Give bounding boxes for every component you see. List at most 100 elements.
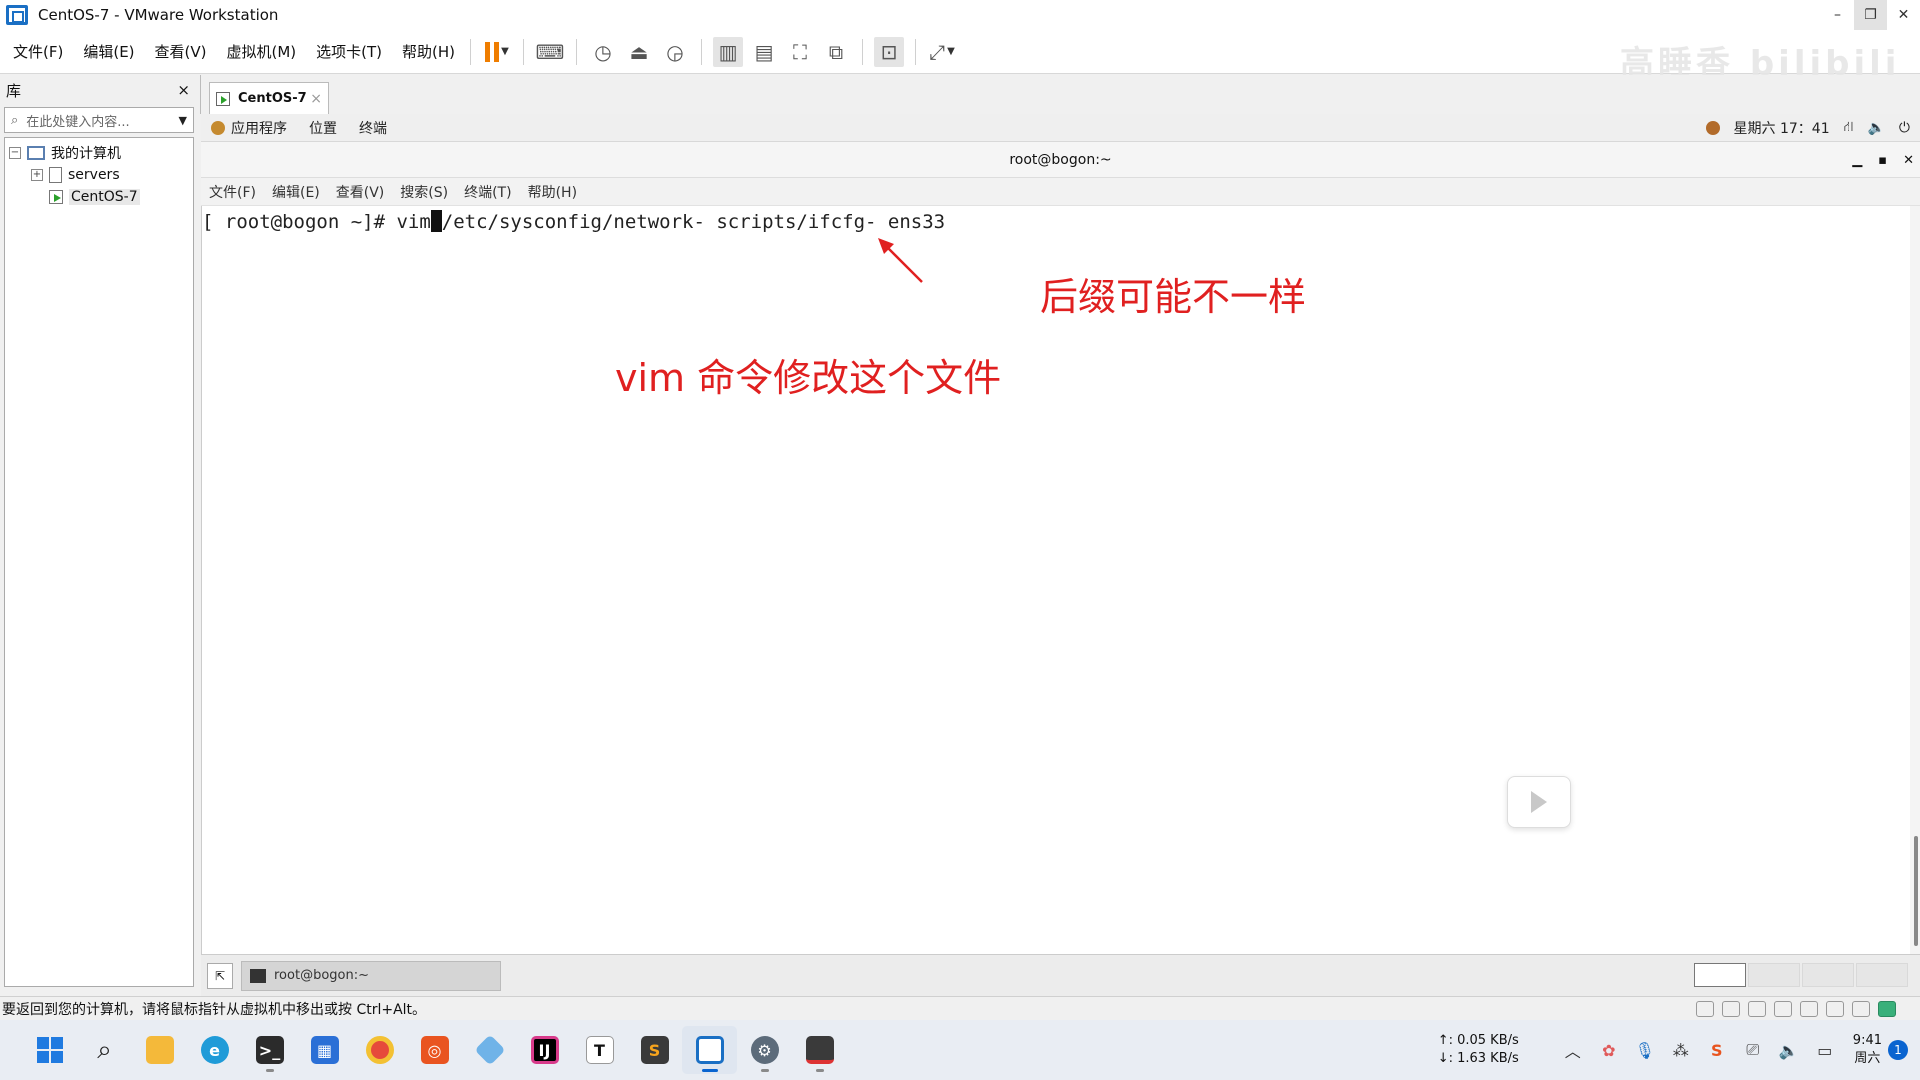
update-notifier-icon[interactable] xyxy=(1705,121,1720,135)
tray-overflow-icon[interactable]: ︿ xyxy=(1555,1030,1591,1070)
tab-centos7[interactable]: CentOS-7 × xyxy=(209,82,329,114)
console-view-button[interactable]: ⊡ xyxy=(874,36,905,67)
gnome-task-terminal[interactable]: root@bogon:~ xyxy=(241,960,501,991)
terminal-menu-search[interactable]: 搜索(S) xyxy=(400,182,448,202)
menu-edit[interactable]: 编辑(E) xyxy=(76,41,141,62)
play-icon xyxy=(1531,791,1547,813)
typora-button[interactable]: T xyxy=(572,1026,627,1074)
volume-icon[interactable]: 🔈 xyxy=(1771,1030,1807,1070)
file-explorer-button[interactable] xyxy=(132,1026,187,1074)
sourcetree-button[interactable] xyxy=(462,1026,517,1074)
send-ctrl-alt-del-button[interactable]: ⌨ xyxy=(535,37,565,67)
library-search-input[interactable]: ⌕ 在此处键入内容... ▼ xyxy=(4,107,194,133)
workspace-1[interactable] xyxy=(1694,963,1746,987)
unity-button[interactable]: ⧉ xyxy=(821,37,851,67)
terminal-scrollbar[interactable] xyxy=(1910,206,1920,954)
volume-icon[interactable]: 🔈 xyxy=(1867,120,1884,136)
message-log-icon[interactable] xyxy=(1878,1001,1896,1017)
menu-help[interactable]: 帮助(H) xyxy=(395,41,462,62)
network-adapter-icon[interactable] xyxy=(1748,1001,1766,1017)
intellij-button[interactable]: IJ xyxy=(517,1026,572,1074)
vmware-button[interactable] xyxy=(682,1026,737,1074)
hard-disk-icon[interactable] xyxy=(1696,1001,1714,1017)
library-close-icon[interactable]: × xyxy=(177,81,190,99)
guest-screen[interactable]: 应用程序 位置 终端 星期六 17：41 ⛙ 🔈 ⏻ root@bogon:~ … xyxy=(201,114,1920,996)
tray-app-icon[interactable]: ✿ xyxy=(1591,1030,1627,1070)
snapshot-button[interactable]: ◷ xyxy=(588,37,618,67)
terminal-button[interactable]: >_ xyxy=(242,1026,297,1074)
terminal-minimize-icon[interactable]: ▁ xyxy=(1852,153,1862,168)
terminal-body[interactable]: [ root@bogon ~]# vim/etc/sysconfig/netwo… xyxy=(201,206,1920,954)
snipping-button[interactable] xyxy=(792,1026,847,1074)
pause-button[interactable]: ▼ xyxy=(482,37,512,67)
network-icon[interactable]: ⛙ xyxy=(1844,119,1854,137)
notification-badge[interactable]: 1 xyxy=(1888,1040,1908,1060)
workspace-3[interactable] xyxy=(1802,963,1854,987)
restore-button[interactable]: ❐ xyxy=(1854,0,1887,30)
show-library-button[interactable]: ▥ xyxy=(713,36,744,67)
thumbnail-bar-button[interactable]: ▤ xyxy=(749,37,779,67)
search-button[interactable]: ⌕ xyxy=(77,1026,132,1074)
show-desktop-button[interactable]: ⇱ xyxy=(207,962,233,989)
tree-item-servers[interactable]: + servers xyxy=(9,164,189,186)
snapshot-manager-button[interactable]: ◶ xyxy=(660,37,690,67)
ime-icon[interactable]: ⁂ xyxy=(1663,1030,1699,1070)
terminal-close-icon[interactable]: ✕ xyxy=(1903,153,1914,168)
minimize-button[interactable]: – xyxy=(1821,0,1854,30)
terminal-maximize-icon[interactable]: ▪ xyxy=(1878,153,1887,168)
gnome-menu-places[interactable]: 位置 xyxy=(309,118,337,138)
edge-icon: e xyxy=(200,1036,229,1064)
close-button[interactable]: ✕ xyxy=(1887,0,1920,30)
stretch-guest-button[interactable]: ⤢ ▼ xyxy=(927,37,957,67)
terminal-menu-help[interactable]: 帮助(H) xyxy=(528,182,577,202)
tab-close-icon[interactable]: × xyxy=(310,91,322,107)
search-dropdown-icon[interactable]: ▼ xyxy=(179,114,187,127)
workspace-4[interactable] xyxy=(1856,963,1908,987)
revert-snapshot-button[interactable]: ⏏ xyxy=(624,37,654,67)
collapse-icon[interactable]: − xyxy=(9,147,21,159)
terminal-menu-file[interactable]: 文件(F) xyxy=(209,182,256,202)
sound-card-icon[interactable] xyxy=(1800,1001,1818,1017)
printer-icon[interactable] xyxy=(1774,1001,1792,1017)
tab-label: CentOS-7 xyxy=(238,91,307,106)
workspace-2[interactable] xyxy=(1748,963,1800,987)
store-button[interactable]: ▦ xyxy=(297,1026,352,1074)
ubuntu-button[interactable]: ◎ xyxy=(407,1026,462,1074)
clock-time: 9:41 xyxy=(1852,1033,1882,1048)
gnome-menu-terminal[interactable]: 终端 xyxy=(359,118,387,138)
cd-dvd-icon[interactable] xyxy=(1722,1001,1740,1017)
sublime-button[interactable]: S xyxy=(627,1026,682,1074)
scrollbar-thumb[interactable] xyxy=(1914,836,1918,946)
tree-item-centos7[interactable]: CentOS-7 xyxy=(9,186,189,208)
vm-tab-strip: CentOS-7 × xyxy=(200,75,1920,114)
gnome-clock[interactable]: 星期六 17：41 xyxy=(1734,118,1830,138)
start-button[interactable] xyxy=(22,1026,77,1074)
sogou-icon[interactable]: S xyxy=(1699,1030,1735,1070)
usb-icon[interactable] xyxy=(1826,1001,1844,1017)
chrome-button[interactable] xyxy=(352,1026,407,1074)
gnome-menu-applications[interactable]: 应用程序 xyxy=(231,118,287,138)
settings-button[interactable]: ⚙ xyxy=(737,1026,792,1074)
keyboard-icon: ⌨ xyxy=(535,39,565,64)
battery-icon[interactable]: ▭ xyxy=(1807,1030,1843,1070)
start-icon xyxy=(36,1037,63,1063)
menu-file[interactable]: 文件(F) xyxy=(6,41,70,62)
menu-vm[interactable]: 虚拟机(M) xyxy=(220,41,304,62)
power-icon[interactable]: ⏻ xyxy=(1899,120,1910,136)
edge-button[interactable]: e xyxy=(187,1026,242,1074)
video-play-button[interactable] xyxy=(1507,776,1571,828)
expand-icon[interactable]: + xyxy=(31,169,43,181)
full-screen-button[interactable]: ⛶ xyxy=(785,37,815,67)
tree-item-my-computer[interactable]: − 我的计算机 xyxy=(9,142,189,164)
stretch-dropdown-icon[interactable]: ▼ xyxy=(947,46,955,57)
pause-dropdown-icon[interactable]: ▼ xyxy=(501,46,509,57)
menu-view[interactable]: 查看(V) xyxy=(148,41,214,62)
display-icon[interactable] xyxy=(1852,1001,1870,1017)
menu-tabs[interactable]: 选项卡(T) xyxy=(309,41,389,62)
taskbar-clock[interactable]: 9:41 周六 xyxy=(1853,1032,1882,1068)
terminal-menu-edit[interactable]: 编辑(E) xyxy=(272,182,320,202)
terminal-menu-view[interactable]: 查看(V) xyxy=(336,182,385,202)
terminal-menu-terminal[interactable]: 终端(T) xyxy=(464,182,511,202)
microphone-icon[interactable]: 🎙 xyxy=(1627,1030,1663,1070)
network-icon[interactable]: ⎚ xyxy=(1735,1030,1771,1070)
